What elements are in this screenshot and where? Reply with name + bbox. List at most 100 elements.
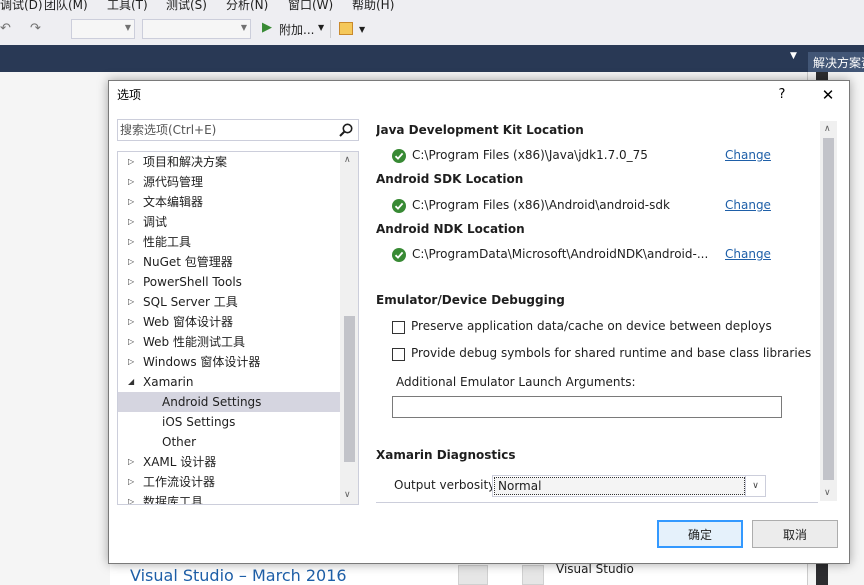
preserve-data-checkbox[interactable] (392, 321, 405, 334)
document-tab-bar: ▼ (0, 45, 864, 72)
attach-button[interactable]: 附加... (279, 21, 314, 38)
tree-item[interactable]: ▷ NuGet 包管理器 (118, 252, 341, 272)
news-thumbnail (458, 565, 488, 585)
tree-item[interactable]: ▷ 数据库工具 (118, 492, 341, 504)
debug-symbols-checkbox[interactable] (392, 348, 405, 361)
content-scroll-thumb[interactable] (823, 138, 834, 480)
sdk-change-link[interactable]: Change (725, 198, 771, 212)
preserve-data-option[interactable]: Preserve application data/cache on devic… (392, 319, 820, 337)
tree-item[interactable]: iOS Settings (118, 412, 341, 432)
preserve-data-label[interactable]: Preserve application data/cache on devic… (411, 319, 772, 333)
tree-item[interactable]: Android Settings (118, 392, 341, 412)
jdk-change-link[interactable]: Change (725, 148, 771, 162)
tree-item[interactable]: ▷ SQL Server 工具 (118, 292, 341, 312)
solution-platform-combo[interactable]: ▼ (142, 19, 251, 39)
options-dialog: 选项 ? ✕ ▷ 项目和解决方案 ▷ 源代码管理 ▷ 文本编辑器 ▷ 调试 ▷ 性能工具 ▷ NuGe… (108, 80, 850, 564)
chevron-down-icon[interactable]: ▼ (359, 25, 365, 34)
expand-arrow-icon[interactable]: ▷ (128, 252, 134, 272)
expand-arrow-icon[interactable]: ▷ (128, 452, 134, 472)
ndk-change-link[interactable]: Change (725, 247, 771, 261)
expand-arrow-icon[interactable]: ▷ (128, 212, 134, 232)
chevron-down-icon[interactable]: ∨ (745, 476, 765, 496)
expand-arrow-icon[interactable]: ▷ (128, 492, 134, 504)
tree-item[interactable]: ◢ Xamarin (118, 372, 341, 392)
tree-item[interactable]: ▷ 调试 (118, 212, 341, 232)
debug-symbols-option[interactable]: Provide debug symbols for shared runtime… (392, 346, 820, 364)
dialog-title: 选项 (117, 88, 142, 102)
close-button[interactable]: ✕ (814, 82, 842, 108)
solution-explorer-title[interactable]: 解决方案资源管理器 (808, 52, 864, 72)
menu-debug[interactable]: 调试(D) (0, 0, 43, 13)
ndk-path: C:\ProgramData\Microsoft\AndroidNDK\andr… (412, 247, 709, 261)
menu-team[interactable]: 团队(M) (44, 0, 88, 13)
jdk-path: C:\Program Files (x86)\Java\jdk1.7.0_75 (412, 148, 648, 162)
tree-item[interactable]: ▷ 源代码管理 (118, 172, 341, 192)
tab-dropdown-icon[interactable]: ▼ (790, 51, 797, 61)
tree-item[interactable]: ▷ Web 性能测试工具 (118, 332, 341, 352)
scroll-up-icon[interactable]: ∧ (344, 155, 351, 165)
expand-arrow-icon[interactable]: ▷ (128, 172, 134, 192)
search-icon[interactable] (338, 122, 354, 138)
expand-arrow-icon[interactable]: ▷ (128, 332, 134, 352)
tree-item[interactable]: ▷ XAML 设计器 (118, 452, 341, 472)
check-icon (392, 199, 406, 213)
toolbar-extra-icon[interactable] (339, 22, 353, 35)
tree-item-label: Web 性能测试工具 (143, 335, 245, 349)
menu-tools[interactable]: 工具(T) (107, 0, 148, 13)
tree-scroll-thumb[interactable] (344, 316, 355, 462)
tree-item[interactable]: ▷ Web 窗体设计器 (118, 312, 341, 332)
jdk-location-row: C:\Program Files (x86)\Java\jdk1.7.0_75 … (392, 147, 802, 167)
collapse-arrow-icon[interactable]: ◢ (128, 372, 134, 392)
tree-item[interactable]: ▷ 文本编辑器 (118, 192, 341, 212)
content-divider (376, 502, 818, 503)
ndk-location-title: Android NDK Location (376, 222, 525, 236)
tree-item-label: 项目和解决方案 (143, 155, 228, 169)
output-verbosity-value[interactable]: Normal (494, 477, 745, 495)
menu-help[interactable]: 帮助(H) (352, 0, 394, 13)
scroll-down-icon[interactable]: ∨ (824, 488, 831, 498)
tree-item-label: 源代码管理 (143, 175, 204, 189)
emulator-args-input[interactable] (393, 397, 781, 417)
expand-arrow-icon[interactable]: ▷ (128, 292, 134, 312)
scroll-down-icon[interactable]: ∨ (344, 490, 351, 500)
tree-item-label: 调试 (143, 215, 168, 229)
expand-arrow-icon[interactable]: ▷ (128, 312, 134, 332)
options-search-box (117, 119, 359, 141)
tree-item-label: 工作流设计器 (143, 475, 216, 489)
tree-item[interactable]: ▷ 工作流设计器 (118, 472, 341, 492)
expand-arrow-icon[interactable]: ▷ (128, 232, 134, 252)
tree-item-label: NuGet 包管理器 (143, 255, 233, 269)
start-page-news-title[interactable]: Visual Studio – March 2016 (130, 566, 347, 585)
expand-arrow-icon[interactable]: ▷ (128, 152, 134, 172)
help-button[interactable]: ? (769, 83, 795, 107)
emulator-args-label: Additional Emulator Launch Arguments: (396, 375, 636, 389)
menu-test[interactable]: 测试(S) (166, 0, 207, 13)
debug-symbols-label[interactable]: Provide debug symbols for shared runtime… (411, 346, 811, 360)
content-scrollbar[interactable]: ∧ ∨ (820, 121, 837, 501)
undo-icon[interactable]: ↶ (0, 21, 11, 36)
tree-item[interactable]: ▷ PowerShell Tools (118, 272, 341, 292)
tree-scrollbar[interactable]: ∧ ∨ (340, 152, 358, 504)
expand-arrow-icon[interactable]: ▷ (128, 272, 134, 292)
ok-button[interactable]: 确定 (657, 520, 743, 548)
tree-item[interactable]: Other (118, 432, 341, 452)
scroll-up-icon[interactable]: ∧ (824, 124, 831, 134)
cancel-button[interactable]: 取消 (752, 520, 838, 548)
options-tree: ▷ 项目和解决方案 ▷ 源代码管理 ▷ 文本编辑器 ▷ 调试 ▷ 性能工具 ▷ NuGet 包管理器 ▷… (117, 151, 359, 505)
menu-analyze[interactable]: 分析(N) (226, 0, 268, 13)
tree-item[interactable]: ▷ 项目和解决方案 (118, 152, 341, 172)
search-input[interactable] (120, 122, 332, 138)
output-verbosity-select[interactable]: Normal ∨ (492, 475, 766, 497)
emulator-debugging-title: Emulator/Device Debugging (376, 293, 565, 307)
menu-window[interactable]: 窗口(W) (288, 0, 333, 13)
chevron-down-icon[interactable]: ▼ (318, 23, 324, 32)
tree-item[interactable]: ▷ Windows 窗体设计器 (118, 352, 341, 372)
ide-toolbar: ↶ ↷ ▼ ▼ ▶ 附加... ▼ ▼ (0, 13, 864, 45)
redo-icon[interactable]: ↷ (30, 21, 41, 36)
tree-item[interactable]: ▷ 性能工具 (118, 232, 341, 252)
solution-config-combo[interactable]: ▼ (71, 19, 135, 39)
expand-arrow-icon[interactable]: ▷ (128, 352, 134, 372)
expand-arrow-icon[interactable]: ▷ (128, 192, 134, 212)
start-icon[interactable]: ▶ (262, 20, 272, 35)
expand-arrow-icon[interactable]: ▷ (128, 472, 134, 492)
